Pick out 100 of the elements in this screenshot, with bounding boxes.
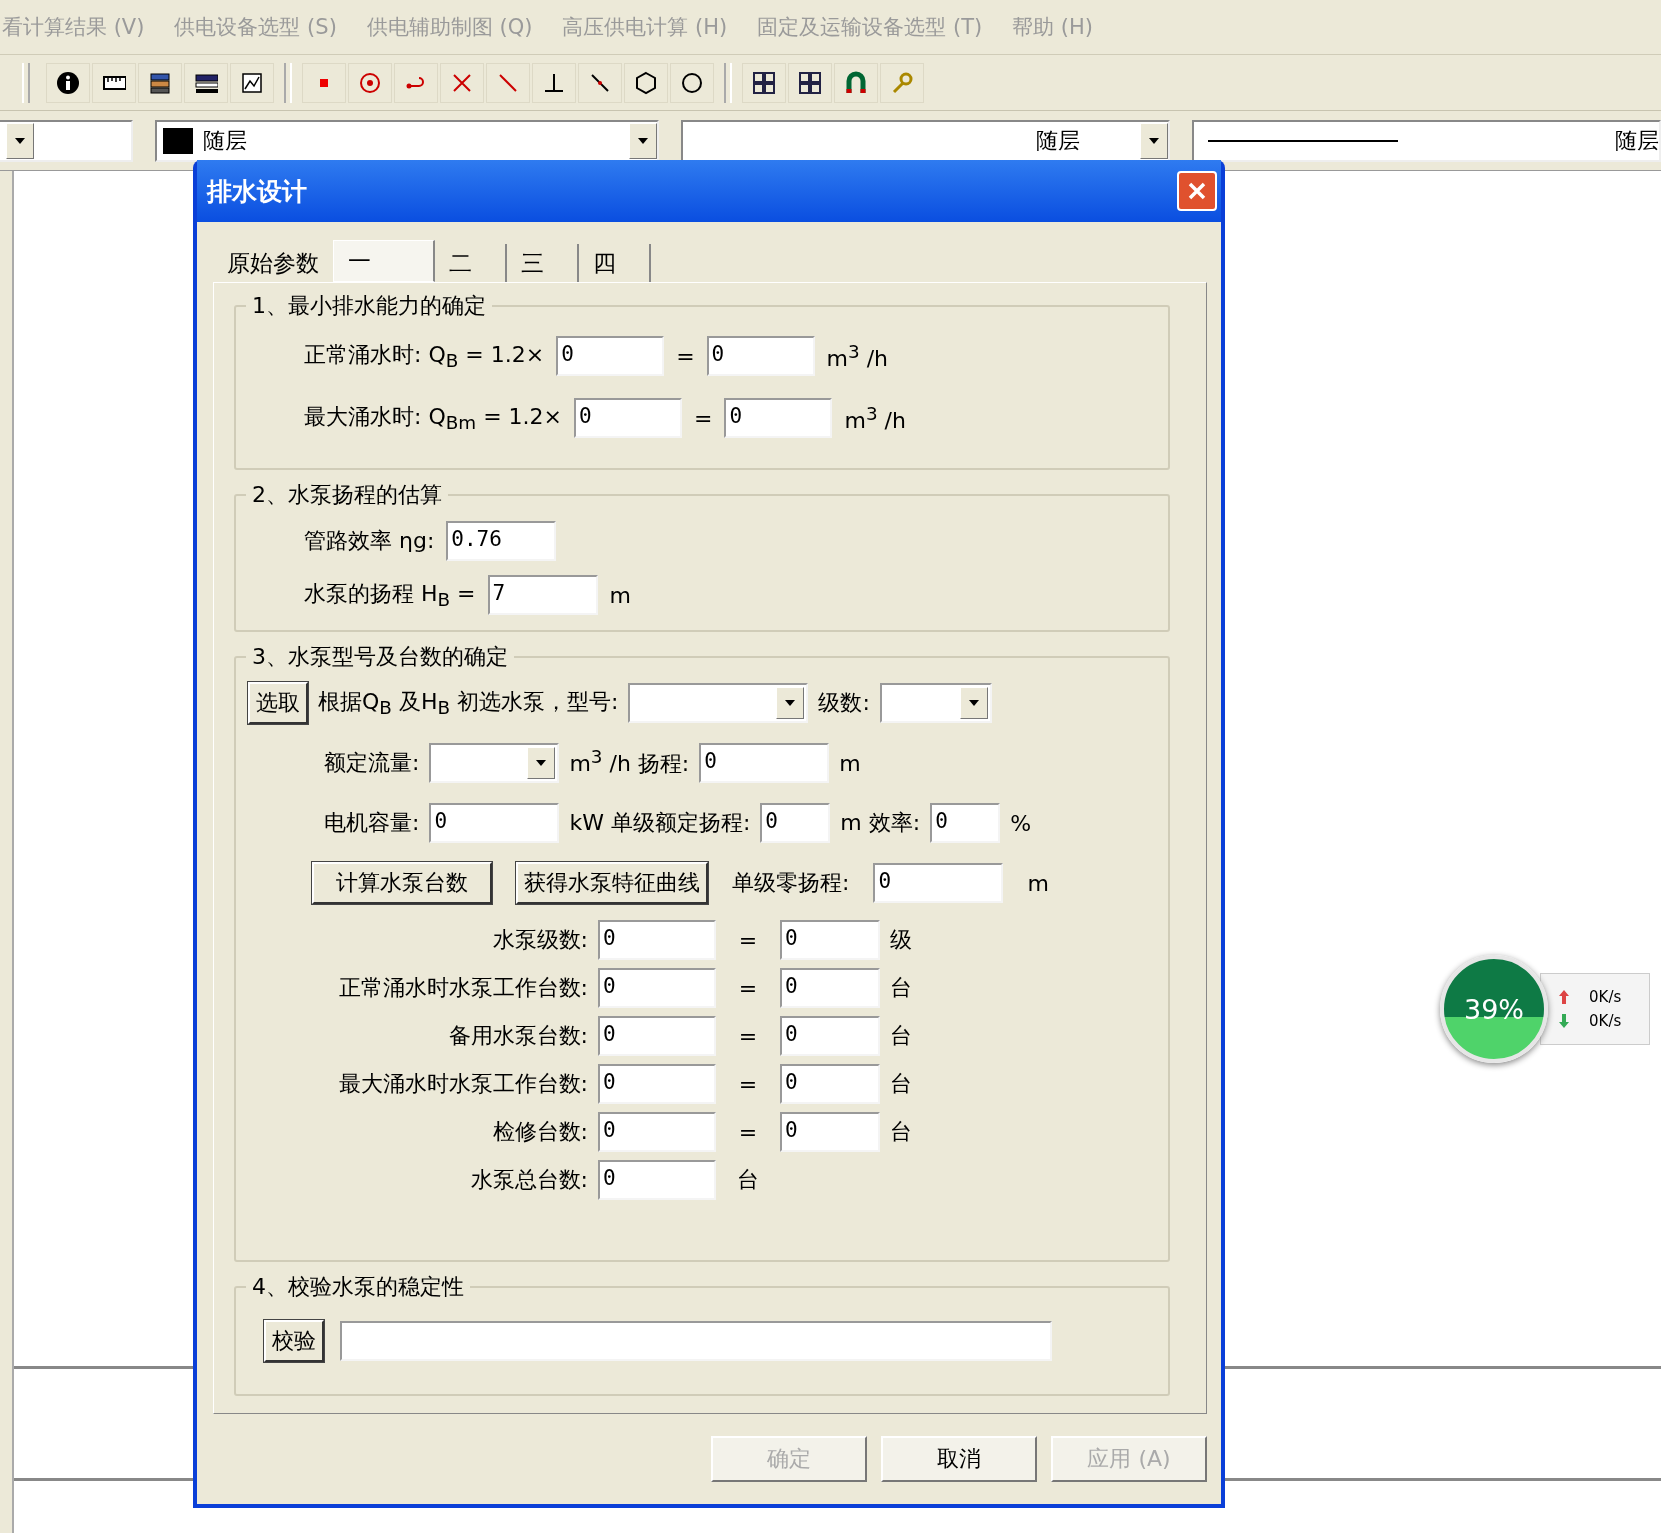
equals-sign: =	[737, 927, 759, 953]
equals-sign: =	[737, 1119, 759, 1145]
field-label: 级数:	[818, 689, 870, 717]
hexagon-icon[interactable]	[634, 70, 658, 95]
dropdown-arrow-icon[interactable]	[638, 137, 649, 144]
field-label: 管路效率 ηg:	[304, 527, 435, 555]
input-field[interactable]: 0	[598, 1016, 716, 1056]
field-label: m	[1027, 870, 1049, 896]
upload-arrow-icon	[1559, 990, 1569, 1004]
field-label: 电机容量:	[324, 809, 420, 837]
dropdown-arrow-icon[interactable]	[536, 760, 547, 766]
lineweight-dropdown[interactable]: 随层	[1191, 119, 1661, 162]
button[interactable]: 取消	[881, 1436, 1037, 1482]
field-label: 水泵总台数:	[469, 1166, 588, 1194]
input-field[interactable]: 0	[724, 398, 833, 438]
info-icon[interactable]	[56, 70, 80, 95]
toolbar-separator	[284, 62, 292, 103]
linetype-dropdown[interactable]: 随层	[681, 119, 1170, 162]
field-label: m$^{3}$ /h	[826, 340, 889, 372]
upload-speed: 0K/s	[1589, 988, 1622, 1006]
field-label: 备用水泵台数:	[447, 1022, 588, 1050]
input-field[interactable]: 0	[598, 1112, 716, 1152]
input-field[interactable]: 7	[487, 575, 598, 615]
close-icon	[1187, 181, 1207, 201]
dropdown-arrow-icon[interactable]	[968, 700, 979, 706]
input-field[interactable]: 0	[780, 1016, 880, 1056]
field-label: =	[694, 405, 713, 431]
equals-sign: =	[737, 1023, 759, 1049]
input-field[interactable]: 0	[556, 336, 665, 376]
field-label: kW 单级额定扬程:	[569, 809, 751, 837]
unit-label: 台	[890, 1118, 913, 1146]
download-speed: 0K/s	[1589, 1012, 1622, 1030]
input-field[interactable]: 0	[780, 1064, 880, 1104]
field-label: 检修台数:	[491, 1118, 588, 1146]
unit-label: 台	[890, 1070, 913, 1098]
tab[interactable]: 一	[333, 240, 435, 282]
field-label: 正常涌水时水泵工作台数:	[337, 974, 588, 1002]
input-field[interactable]: 0	[574, 398, 682, 438]
input-field[interactable]: 0.76	[446, 521, 557, 561]
dropdown-arrow-icon[interactable]	[1148, 137, 1159, 144]
unit-label: 级	[890, 926, 913, 954]
field-label: 额定流量:	[324, 749, 420, 777]
field-label: 根据Q$_{B}$ 及H$_{B}$ 初选水泵，型号:	[318, 688, 619, 719]
target-icon[interactable]	[358, 70, 382, 95]
input-field[interactable]	[340, 1321, 1052, 1361]
input-field[interactable]: 0	[598, 968, 716, 1008]
color-dropdown[interactable]: 随层	[155, 119, 660, 162]
dialog-title: 排水设计	[207, 175, 307, 208]
circle-icon[interactable]	[680, 70, 704, 95]
grid-icon[interactable]	[752, 70, 776, 95]
grip-handle[interactable]	[22, 62, 30, 103]
input-field[interactable]: 0	[930, 803, 1001, 843]
input-field[interactable]: 0	[780, 968, 880, 1008]
input-field[interactable]: 0	[598, 920, 716, 960]
input-field[interactable]: 0	[598, 1064, 716, 1104]
tab[interactable]: 原始参数	[213, 244, 333, 282]
field-label: 最大涌水时: Q$_{Bm}$ = 1.2×	[304, 403, 562, 434]
input-field[interactable]: 0	[780, 1112, 880, 1152]
input-field[interactable]: 0	[706, 336, 815, 376]
button[interactable]: 获得水泵特征曲线	[516, 862, 708, 904]
field-label: m 效率:	[840, 809, 921, 837]
field-label: m$^{3}$ /h	[844, 402, 906, 434]
field-label: m$^{3}$ /h 扬程:	[569, 746, 690, 779]
toolbar-separator	[724, 62, 732, 103]
input-field[interactable]: 0	[873, 863, 1004, 903]
button[interactable]: 计算水泵台数	[312, 862, 492, 904]
dropdown-arrow-icon[interactable]	[785, 700, 796, 706]
equals-sign: =	[737, 975, 759, 1001]
field-label: %	[1010, 810, 1032, 836]
unit-label: 台	[736, 1166, 760, 1194]
input-field[interactable]: 0	[598, 1160, 716, 1200]
button[interactable]: 选取	[248, 682, 308, 724]
dropdown-arrow-icon[interactable]	[15, 137, 25, 144]
color-swatch-icon	[163, 127, 193, 154]
button[interactable]: 校验	[264, 1320, 324, 1362]
chart-icon[interactable]	[240, 70, 264, 95]
tab[interactable]: 二	[435, 244, 507, 282]
field-label: 水泵的扬程 H$_{B}$ =	[304, 580, 476, 611]
field-label: 最大涌水时水泵工作台数:	[337, 1070, 588, 1098]
wrench-icon[interactable]	[890, 70, 914, 95]
field-label: 正常涌水时: Q$_{B}$ = 1.2×	[304, 341, 545, 372]
magnet-icon[interactable]	[844, 70, 868, 95]
field-label: =	[676, 343, 695, 369]
field-label: m	[609, 582, 631, 608]
field-label: 单级零扬程:	[732, 869, 850, 897]
layers-icon[interactable]	[148, 70, 172, 95]
tab[interactable]: 三	[507, 244, 579, 282]
tab[interactable]: 四	[579, 244, 651, 282]
input-field[interactable]: 0	[780, 920, 880, 960]
usage-percent: 39%	[1464, 993, 1524, 1025]
close-button[interactable]	[1177, 171, 1217, 211]
unit-label: 台	[890, 1022, 913, 1050]
input-field[interactable]: 0	[429, 803, 560, 843]
input-field[interactable]: 0	[699, 743, 830, 783]
download-arrow-icon	[1559, 1014, 1569, 1028]
equals-sign: =	[737, 1071, 759, 1097]
grid-icon[interactable]	[798, 70, 822, 95]
field-label: m	[839, 750, 861, 776]
unit-label: 台	[890, 974, 913, 1002]
input-field[interactable]: 0	[760, 803, 831, 843]
